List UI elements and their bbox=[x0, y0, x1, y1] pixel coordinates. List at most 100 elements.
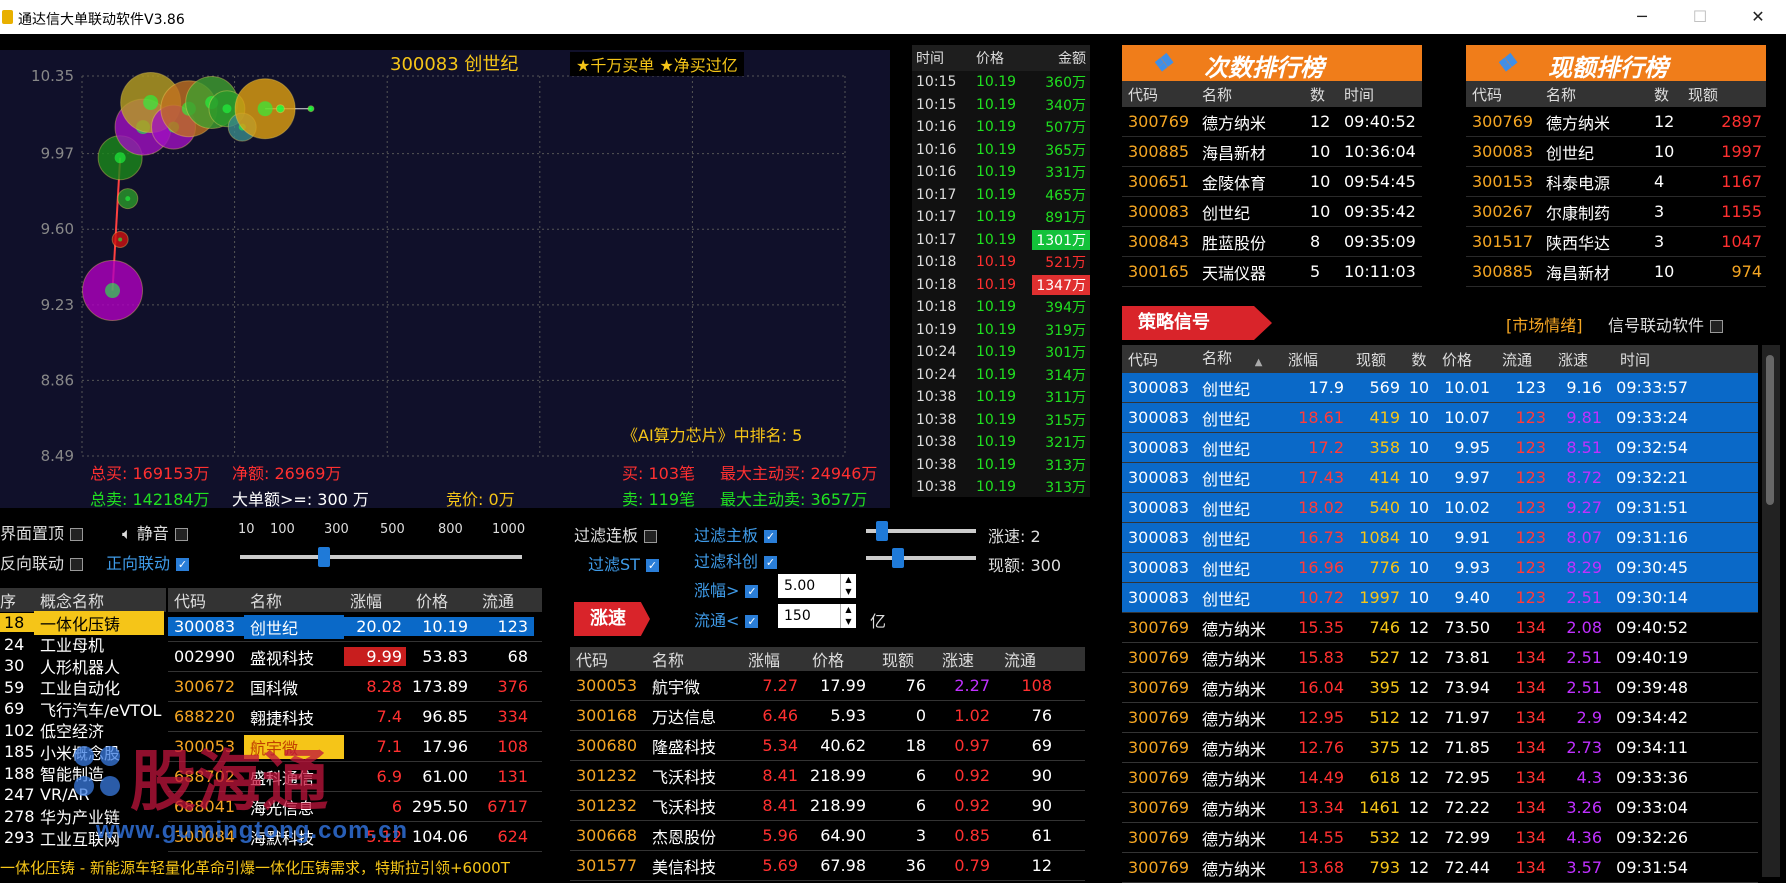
lt-input[interactable]: 150 ▲ ▼ bbox=[778, 604, 856, 628]
col-time[interactable]: 时间 bbox=[1606, 349, 1692, 370]
speed-slider-knob[interactable] bbox=[876, 521, 888, 541]
trade-row[interactable]: 10:24 10.19 301万 bbox=[912, 341, 1090, 364]
rank-row[interactable]: 301517 陕西华达 3 1047 bbox=[1466, 227, 1766, 257]
filter-st-checkbox[interactable]: ✓ bbox=[645, 559, 659, 572]
trade-row[interactable]: 10:18 10.19 1347万 bbox=[912, 274, 1090, 297]
filter-kc-checkbox[interactable]: ✓ bbox=[764, 556, 778, 569]
filter-kc-option[interactable]: 过滤科创 ✓ bbox=[694, 548, 778, 572]
stock-row[interactable]: 300672 国科微 8.28 173.89 376 bbox=[168, 672, 542, 702]
strategy-row[interactable]: 300769 德方纳米 15.83 527 12 73.81 134 2.51 09:40:19 bbox=[1122, 643, 1758, 673]
strategy-row[interactable]: 300083 创世纪 18.61 419 10 10.07 123 9.81 09:33:24 bbox=[1122, 403, 1758, 433]
rank-row[interactable]: 300885 海昌新材 10 10:36:04 bbox=[1122, 137, 1422, 167]
trade-row[interactable]: 10:38 10.19 313万 bbox=[912, 454, 1090, 477]
market-sentiment-link[interactable]: [市场情绪] bbox=[1506, 312, 1583, 336]
rank-row[interactable]: 300083 创世纪 10 1997 bbox=[1466, 137, 1766, 167]
mute-checkbox[interactable] bbox=[174, 528, 188, 541]
lt-filter-checkbox[interactable]: ✓ bbox=[745, 615, 759, 628]
trade-row[interactable]: 10:15 10.19 340万 bbox=[912, 94, 1090, 117]
spin-arrows-icon[interactable]: ▲ ▼ bbox=[840, 604, 856, 628]
col-price[interactable]: 价格 bbox=[1434, 349, 1494, 370]
trade-row[interactable]: 10:17 10.19 1301万 bbox=[912, 229, 1090, 252]
col-speed[interactable]: 涨速 bbox=[1550, 349, 1606, 370]
concept-row[interactable]: 188 智能制造 bbox=[0, 763, 166, 785]
concept-row[interactable]: 18 一体化压铸 bbox=[0, 610, 166, 635]
trade-row[interactable]: 10:38 10.19 311万 bbox=[912, 386, 1090, 409]
col-count[interactable]: 数 bbox=[1404, 349, 1434, 370]
strategy-row[interactable]: 300083 创世纪 18.02 540 10 10.02 123 9.27 09:31:51 bbox=[1122, 493, 1758, 523]
filter-st-option[interactable]: 过滤ST ✓ bbox=[588, 551, 659, 575]
stock-row[interactable]: 300083 创世纪 20.02 10.19 123 bbox=[168, 612, 542, 642]
zf-filter-option[interactable]: 涨幅> ✓ bbox=[694, 577, 759, 601]
strategy-row[interactable]: 300769 德方纳米 12.95 512 12 71.97 134 2.9 09:34:42 bbox=[1122, 703, 1758, 733]
concept-list[interactable]: 序概念名称 18 一体化压铸 24 工业母机 30 人形机器人 59 工业自动化 69 飞行汽车/… bbox=[0, 588, 166, 849]
stock-row[interactable]: 300053 航宇微 7.1 17.96 108 bbox=[168, 732, 542, 762]
spin-arrows-icon[interactable]: ▲ ▼ bbox=[840, 574, 856, 598]
col-float[interactable]: 流通 bbox=[1494, 349, 1550, 370]
trade-row[interactable]: 10:38 10.19 313万 bbox=[912, 476, 1090, 499]
strategy-row[interactable]: 300769 德方纳米 15.35 746 12 73.50 134 2.08 09:40:52 bbox=[1122, 613, 1758, 643]
minimize-button[interactable]: ─ bbox=[1622, 4, 1662, 30]
zf-input[interactable]: 5.00 ▲ ▼ bbox=[778, 574, 856, 598]
zf-filter-checkbox[interactable]: ✓ bbox=[745, 585, 759, 598]
threshold-slider[interactable] bbox=[240, 547, 522, 567]
trade-list[interactable]: 时间 价格 金额 10:15 10.19 360万 10:15 10.19 340万 10:… bbox=[912, 45, 1090, 497]
forward-link-option[interactable]: 正向联动 ✓ bbox=[106, 550, 190, 574]
trade-row[interactable]: 10:16 10.19 365万 bbox=[912, 139, 1090, 162]
rank-row[interactable]: 300885 海昌新材 10 974 bbox=[1466, 257, 1766, 287]
concept-row[interactable]: 24 工业母机 bbox=[0, 634, 166, 656]
speed-slider[interactable] bbox=[866, 521, 976, 541]
rank-row[interactable]: 300083 创世纪 10 09:35:42 bbox=[1122, 197, 1422, 227]
trade-row[interactable]: 10:15 10.19 360万 bbox=[912, 71, 1090, 94]
strategy-row[interactable]: 300083 创世纪 10.72 1997 10 9.40 123 2.51 09:30:14 bbox=[1122, 583, 1758, 613]
trade-row[interactable]: 10:18 10.19 521万 bbox=[912, 251, 1090, 274]
concept-row[interactable]: 293 工业互联网 bbox=[0, 827, 166, 849]
col-change[interactable]: 涨幅 bbox=[1284, 349, 1348, 370]
pin-option[interactable]: 界面置顶 bbox=[0, 520, 84, 544]
col-code[interactable]: 代码 bbox=[1122, 349, 1196, 370]
concept-row[interactable]: 30 人形机器人 bbox=[0, 655, 166, 677]
concept-row[interactable]: 69 飞行汽车/eVTOL bbox=[0, 698, 166, 720]
maximize-button[interactable]: ☐ bbox=[1680, 4, 1720, 30]
rank-row[interactable]: 300651 金陵体育 10 09:54:45 bbox=[1122, 167, 1422, 197]
trade-row[interactable]: 10:38 10.19 321万 bbox=[912, 431, 1090, 454]
rank-row[interactable]: 300843 胜蓝股份 8 09:35:09 bbox=[1122, 227, 1422, 257]
strategy-row[interactable]: 300769 德方纳米 13.68 793 12 72.44 134 3.57 09:31:54 bbox=[1122, 853, 1758, 883]
concept-row[interactable]: 59 工业自动化 bbox=[0, 677, 166, 699]
speed-row[interactable]: 300168 万达信息 6.46 5.93 0 1.02 76 bbox=[570, 701, 1085, 731]
strategy-row[interactable]: 300769 德方纳米 16.04 395 12 73.94 134 2.51 09:39:48 bbox=[1122, 673, 1758, 703]
concept-row[interactable]: 185 小米概念股 bbox=[0, 741, 166, 763]
speed-list[interactable]: 代码 名称 涨幅 价格 现额 涨速 流通 300053 航宇微 7.27 17.99 7… bbox=[570, 647, 1085, 881]
pin-checkbox[interactable] bbox=[70, 528, 84, 541]
strategy-row[interactable]: 300083 创世纪 17.43 414 10 9.97 123 8.72 09:32:21 bbox=[1122, 463, 1758, 493]
stock-row[interactable]: 002990 盛视科技 9.99 53.83 68 bbox=[168, 642, 542, 672]
close-button[interactable]: ✕ bbox=[1738, 4, 1778, 30]
rank-row[interactable]: 300769 德方纳米 12 2897 bbox=[1466, 107, 1766, 137]
trade-row[interactable]: 10:38 10.19 315万 bbox=[912, 409, 1090, 432]
trade-row[interactable]: 10:18 10.19 394万 bbox=[912, 296, 1090, 319]
filter-lianban-option[interactable]: 过滤连板 bbox=[574, 522, 658, 546]
strategy-row[interactable]: 300769 德方纳米 13.34 1461 12 72.22 134 3.26 09:33:0… bbox=[1122, 793, 1758, 823]
speed-row[interactable]: 300053 航宇微 7.27 17.99 76 2.27 108 bbox=[570, 671, 1085, 701]
rank-row[interactable]: 300165 天瑞仪器 5 10:11:03 bbox=[1122, 257, 1422, 287]
col-name[interactable]: 名称 ▲ bbox=[1196, 347, 1284, 372]
bubble-chart[interactable]: 10.35 9.97 9.60 9.23 8.86 8.49 300083 创世纪 ★千万… bbox=[0, 50, 890, 509]
trade-row[interactable]: 10:24 10.19 314万 bbox=[912, 364, 1090, 387]
amount-slider[interactable] bbox=[866, 548, 976, 568]
col-amount[interactable]: 现额 bbox=[1348, 349, 1404, 370]
rank-row[interactable]: 300267 尔康制药 3 1155 bbox=[1466, 197, 1766, 227]
stock-row[interactable]: 688041 海光信息 6 295.50 6717 bbox=[168, 792, 542, 822]
speed-row[interactable]: 301232 飞沃科技 8.41 218.99 6 0.92 90 bbox=[570, 761, 1085, 791]
signal-link-checkbox[interactable] bbox=[1710, 320, 1724, 333]
reverse-checkbox[interactable] bbox=[70, 558, 84, 571]
threshold-slider-knob[interactable] bbox=[318, 547, 330, 567]
stock-row[interactable]: 688220 翱捷科技 7.4 96.85 334 bbox=[168, 702, 542, 732]
lt-filter-option[interactable]: 流通< ✓ bbox=[694, 607, 759, 631]
filter-lianban-checkbox[interactable] bbox=[644, 530, 658, 543]
strategy-scrollbar[interactable] bbox=[1762, 345, 1780, 877]
filter-main-option[interactable]: 过滤主板 ✓ bbox=[694, 522, 778, 546]
concept-row[interactable]: 247 VR/AR bbox=[0, 784, 166, 806]
signal-link-option[interactable]: 信号联动软件 bbox=[1608, 312, 1724, 336]
speed-row[interactable]: 301232 飞沃科技 8.41 218.99 6 0.92 90 bbox=[570, 791, 1085, 821]
reverse-link-option[interactable]: 反向联动 bbox=[0, 550, 84, 574]
trade-row[interactable]: 10:16 10.19 331万 bbox=[912, 161, 1090, 184]
